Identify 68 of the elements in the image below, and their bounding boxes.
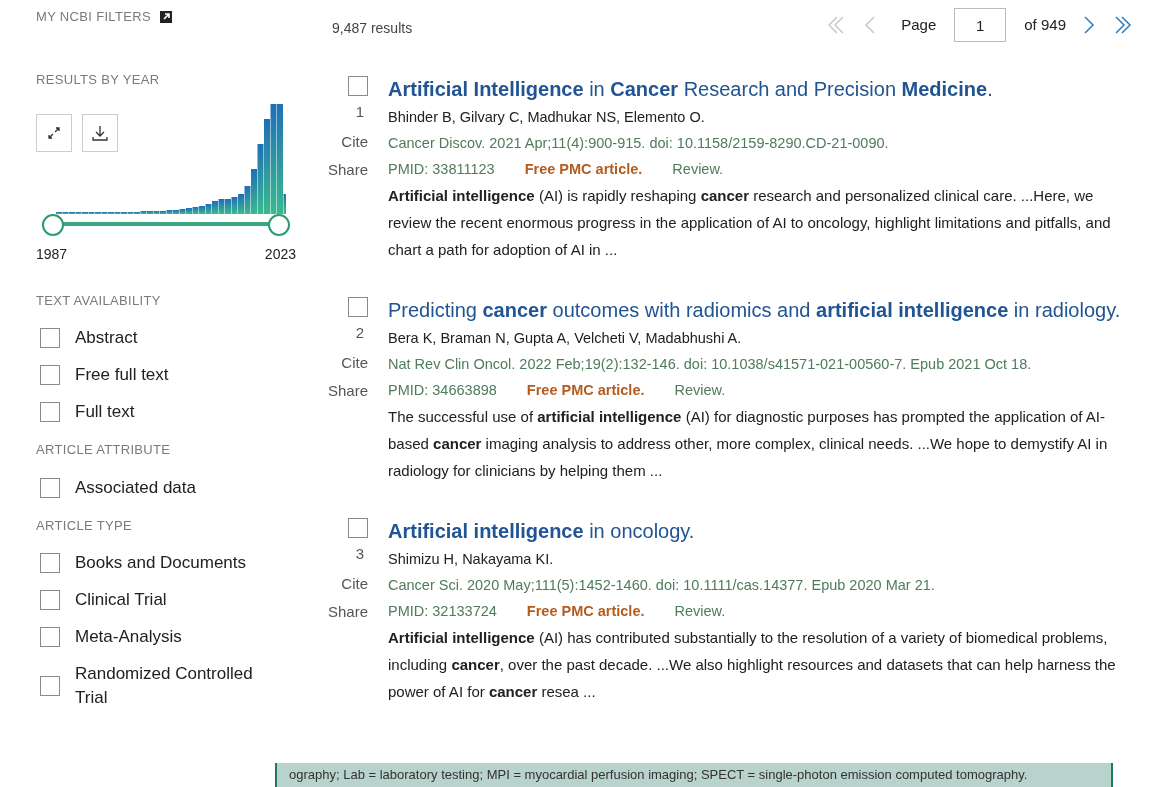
article-title-link[interactable]: Predicting cancer outcomes with radiomics and artificial intelligence in radiology. [388,297,1138,324]
section-heading: RESULTS BY YEAR [36,71,161,89]
overlay-caption-strip: ography; Lab = laboratory testing; MPI = myocardial perfusion imaging; SPECT = single-photon emission computed tomography. [275,763,1113,787]
section-heading: ARTICLE ATTRIBUTE [36,441,172,459]
results-count: 9,487 results [332,18,413,38]
range-handle[interactable] [42,213,64,236]
article-citation: Cancer Discov. 2021 Apr;11(4):900-915. doi: 10.1158/2159-8290.CD-21-0090. [388,134,890,153]
result-number: 1 [355,102,364,122]
range-end-label: 2023 [264,244,296,264]
checkbox[interactable] [40,365,60,385]
checkbox[interactable] [40,477,60,498]
checkbox[interactable] [40,402,60,422]
filters-heading: MY NCBI FILTERS [36,8,151,27]
download-button[interactable] [82,113,118,152]
filter-option[interactable]: Books and Documents [75,551,275,575]
article-snippet: Artificial intelligence (AI) is rapidly reshaping cancer research and personalized clinical care. ...Here, we review the recent enormous progress in the application of AI to oncology, highlight limitations and pitfalls, and chart a path for adoption of AI in ... [388,186,1112,260]
article-title-link[interactable]: Artificial Intelligence in Cancer Research and Precision Medicine. [388,76,1138,103]
checkbox[interactable] [348,297,368,317]
range-start-label: 1987 [36,244,68,264]
range-handle[interactable] [268,213,290,236]
page-total: of 949 [1024,14,1066,35]
page-label: Page [901,14,937,35]
article-citation: Nat Rev Clin Oncol. 2022 Feb;19(2):132-146. doi: 10.1038/s41571-021-00560-7. Epub 2021 Oct 18. [388,355,1033,374]
article-snippet: The successful use of artificial intelligence (AI) for diagnostic purposes has prompted the application of AI-based cancer imaging analysis to address other, more complex, clinical needs. ...We hope to demystify AI in radiology for clinicians by helping them ... [388,407,1109,481]
pmid: PMID: 34663898 [388,381,497,400]
free-pmc-label: Free PMC article. [526,602,645,621]
article-type: Review. [674,602,726,621]
expand-icon [46,124,62,141]
article-type: Review. [674,381,726,400]
share-link[interactable]: Share [327,156,368,184]
section-heading: TEXT AVAILABILITY [36,291,162,310]
cite-link[interactable]: Cite [341,349,368,377]
cite-link[interactable]: Cite [341,570,368,598]
article-snippet: Artificial intelligence (AI) has contributed substantially to the resolution of a variety of biomedical problems, including cancer, over the past decade. ...We also highlight resources and datasets that can help harness the power of AI for cancer resea ... [388,628,1117,702]
checkbox[interactable] [40,627,60,647]
free-pmc-label: Free PMC article. [524,160,643,179]
share-link[interactable]: Share [327,377,368,405]
section-heading: ARTICLE TYPE [36,516,133,535]
article-citation: Cancer Sci. 2020 May;111(5):1452-1460. doi: 10.1111/cas.14377. Epub 2020 Mar 21. [388,576,936,595]
result-number: 3 [355,544,364,564]
article-authors: Shimizu H, Nakayama KI. [388,550,555,569]
filter-option[interactable]: Meta-Analysis [75,625,275,649]
checkbox[interactable] [40,553,60,573]
checkbox[interactable] [40,676,60,696]
expand-button[interactable] [36,113,72,152]
pmid: PMID: 33811123 [388,160,495,179]
checkbox[interactable] [40,590,60,610]
free-pmc-label: Free PMC article. [526,381,645,400]
article-title-link[interactable]: Artificial intelligence in oncology. [388,518,1138,545]
pmid: PMID: 32133724 [388,602,497,621]
article-authors: Bhinder B, Gilvary C, Madhukar NS, Elemento O. [388,108,706,127]
filter-option[interactable]: Randomized Controlled Trial [75,662,275,710]
external-link-icon[interactable] [158,10,173,24]
result-number: 2 [355,323,364,343]
checkbox[interactable] [348,76,368,96]
cite-link[interactable]: Cite [341,128,368,156]
page-field[interactable]: 1 [954,8,1007,42]
checkbox[interactable] [40,328,60,348]
download-icon [91,123,109,142]
filter-option[interactable]: Abstract [75,326,275,350]
filter-option[interactable]: Clinical Trial [75,588,275,612]
article-authors: Bera K, Braman N, Gupta A, Velcheti V, Madabhushi A. [388,329,743,348]
filter-option[interactable]: Associated data [75,475,275,500]
article-type: Review. [672,160,724,179]
checkbox[interactable] [348,518,368,538]
filter-option[interactable]: Full text [75,400,275,424]
filter-option[interactable]: Free full text [75,363,275,387]
share-link[interactable]: Share [327,598,368,626]
